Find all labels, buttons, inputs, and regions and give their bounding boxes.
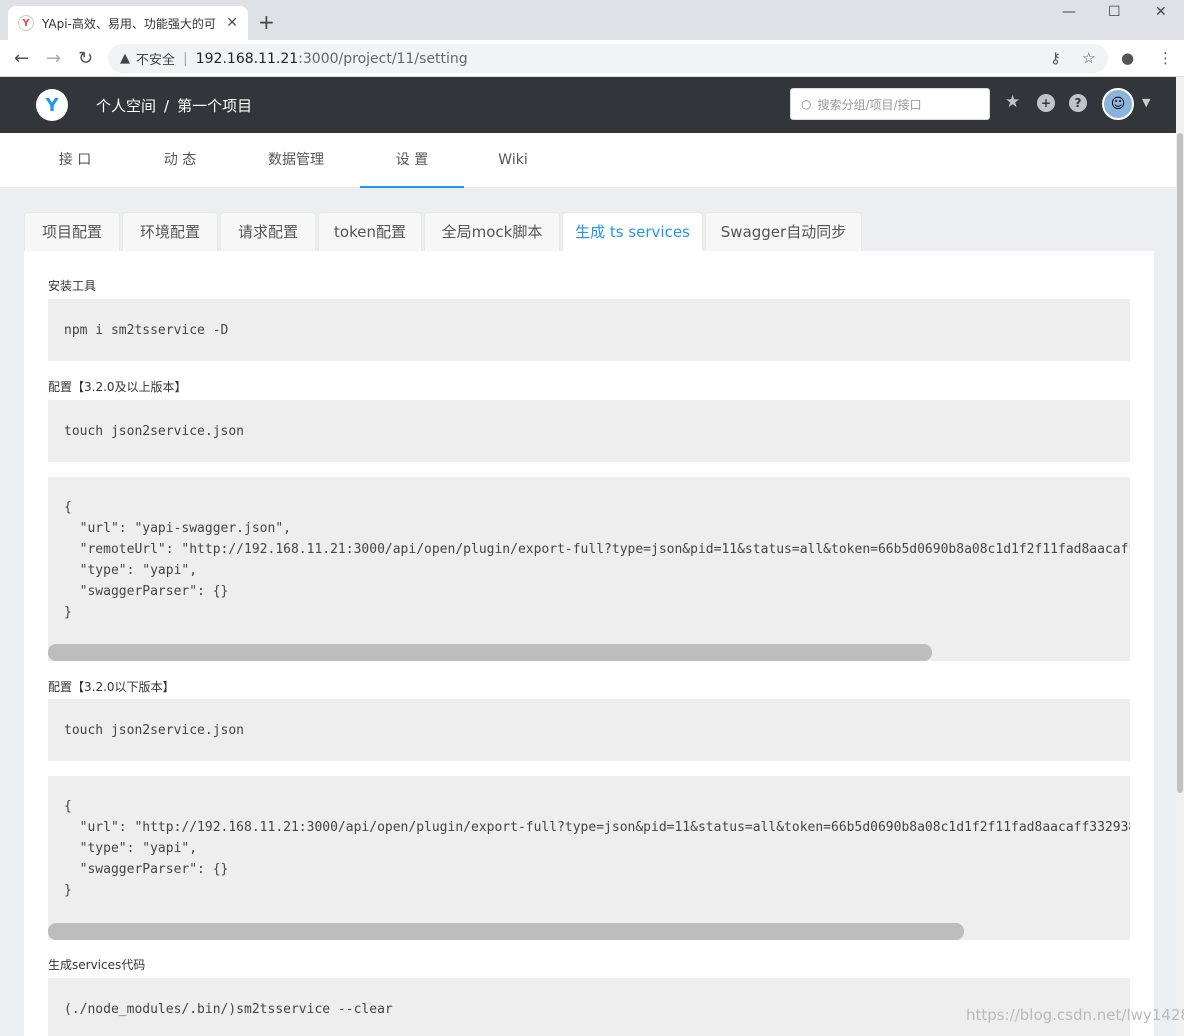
subnav-settings[interactable]: 设 置 [360, 133, 464, 188]
warning-icon[interactable]: ▲ [120, 51, 130, 66]
url-input[interactable]: ▲ 不安全 | 192.168.11.21 :3000/project/11/s… [108, 44, 1108, 73]
avatar[interactable]: ☺ [1102, 88, 1134, 120]
config-new-touch-block: touch json2service.json [48, 400, 1130, 462]
close-window-button[interactable]: ✕ [1155, 4, 1167, 20]
reload-button[interactable]: ↻ [78, 48, 93, 69]
config-old-json-block: { "url": "http://192.168.11.21:3000/api/… [48, 776, 1130, 940]
subnav-data-management[interactable]: 数据管理 [250, 133, 342, 188]
subnav-interface[interactable]: 接 口 [30, 133, 120, 188]
header-search-input[interactable]: ○ 搜索分组/项目/接口 [790, 88, 990, 120]
config-old-section-label: 配置【3.2.0以下版本】 [48, 680, 175, 694]
yapi-favicon-icon: Y [18, 15, 34, 31]
tab-generate-ts-services[interactable]: 生成 ts services [562, 212, 703, 252]
url-divider: | [183, 50, 188, 67]
plus-icon[interactable]: + [1037, 94, 1055, 112]
config-new-touch-command: touch json2service.json [64, 424, 245, 439]
watermark: https://blog.csdn.net/lwy1428 [966, 1006, 1184, 1024]
generate-section-label: 生成services代码 [48, 958, 146, 972]
config-old-touch-command: touch json2service.json [64, 723, 245, 738]
search-icon: ○ [801, 97, 812, 111]
yapi-logo[interactable]: Y [36, 89, 68, 121]
install-command: npm i sm2tsservice -D [64, 323, 229, 338]
logo-letter: Y [45, 94, 59, 116]
tab-swagger-sync[interactable]: Swagger自动同步 [705, 212, 862, 251]
browser-tab[interactable]: Y YApi-高效、易用、功能强大的可 ✕ [8, 6, 248, 40]
breadcrumb-project[interactable]: 第一个项目 [177, 97, 252, 115]
tab-token-config[interactable]: token配置 [318, 212, 422, 251]
horizontal-scrollbar[interactable] [48, 923, 964, 940]
new-tab-button[interactable]: + [258, 10, 275, 34]
app-header: Y 个人空间 / 第一个项目 ○ 搜索分组/项目/接口 ★ + ? ☺ ▼ [0, 77, 1184, 133]
subnav-activity[interactable]: 动 态 [135, 133, 225, 188]
browser-tab-title: YApi-高效、易用、功能强大的可 [42, 16, 216, 31]
forward-button[interactable]: → [46, 48, 61, 69]
config-old-touch-block: touch json2service.json [48, 699, 1130, 761]
url-path: :3000/project/11/setting [298, 50, 468, 67]
key-icon[interactable]: ⚷ [1050, 49, 1061, 67]
page-scrollbar-thumb[interactable] [1177, 133, 1183, 793]
star-icon[interactable]: ☆ [1082, 49, 1095, 67]
tab-project-config[interactable]: 项目配置 [24, 212, 120, 251]
subnav-wiki[interactable]: Wiki [480, 133, 546, 188]
tab-env-config[interactable]: 环境配置 [122, 212, 218, 251]
security-status[interactable]: 不安全 [136, 49, 175, 68]
minimize-window-button[interactable]: — [1062, 4, 1076, 20]
tab-global-mock-script[interactable]: 全局mock脚本 [424, 212, 560, 251]
star-icon[interactable]: ★ [1005, 92, 1020, 112]
account-icon[interactable]: ● [1121, 49, 1134, 67]
config-new-section-label: 配置【3.2.0及以上版本】 [48, 380, 187, 394]
install-section-label: 安装工具 [48, 279, 97, 293]
address-bar-row: ← → ↻ ▲ 不安全 | 192.168.11.21 :3000/projec… [0, 40, 1184, 77]
chevron-down-icon[interactable]: ▼ [1142, 96, 1150, 109]
url-host: 192.168.11.21 [195, 50, 299, 67]
breadcrumb-space[interactable]: 个人空间 [96, 97, 156, 115]
ts-services-panel: 安装工具 npm i sm2tsservice -D 配置【3.2.0及以上版本… [24, 251, 1154, 1036]
config-new-json: { "url": "yapi-swagger.json", "remoteUrl… [64, 500, 1130, 620]
search-placeholder: 搜索分组/项目/接口 [817, 97, 922, 112]
breadcrumb: 个人空间 / 第一个项目 [96, 95, 252, 116]
back-button[interactable]: ← [14, 48, 29, 69]
help-icon[interactable]: ? [1069, 94, 1087, 112]
install-code-block: npm i sm2tsservice -D [48, 299, 1130, 361]
tab-request-config[interactable]: 请求配置 [220, 212, 316, 251]
config-old-json: { "url": "http://192.168.11.21:3000/api/… [64, 799, 1130, 898]
tab-close-icon[interactable]: ✕ [226, 15, 238, 31]
project-subnav: 接 口 动 态 数据管理 设 置 Wiki [0, 133, 1176, 188]
horizontal-scrollbar[interactable] [48, 644, 932, 661]
browser-tabstrip: Y YApi-高效、易用、功能强大的可 ✕ + — ☐ ✕ [0, 0, 1184, 40]
kebab-menu-icon[interactable]: ⋮ [1158, 49, 1173, 67]
maximize-window-button[interactable]: ☐ [1108, 4, 1121, 20]
config-new-json-block: { "url": "yapi-swagger.json", "remoteUrl… [48, 477, 1130, 661]
breadcrumb-separator: / [164, 97, 170, 115]
